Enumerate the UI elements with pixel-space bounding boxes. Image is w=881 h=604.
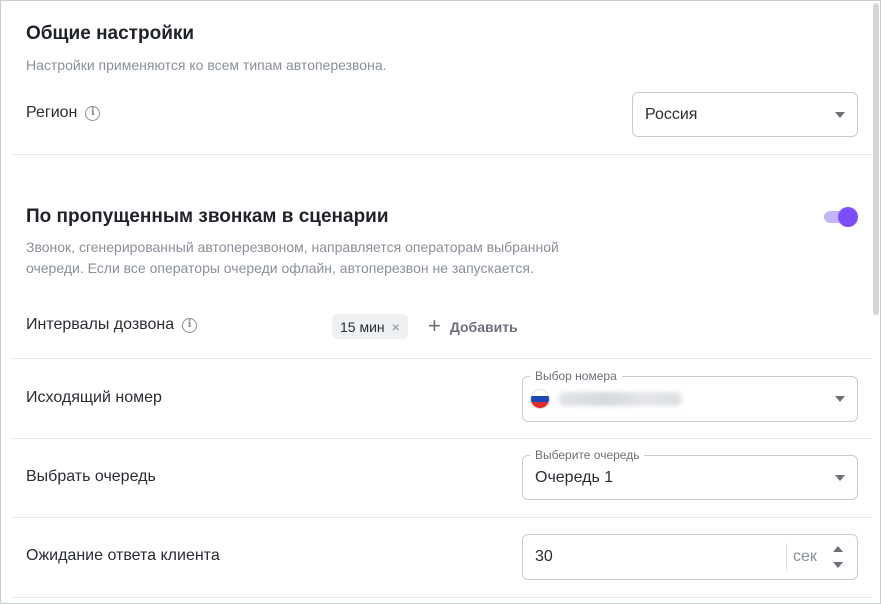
divider: [11, 358, 872, 359]
missed-calls-description: Звонок, сгенерированный автоперезвоном, …: [26, 237, 559, 279]
interval-chip: 15 мин ×: [332, 314, 408, 339]
stepper-up-icon[interactable]: [833, 546, 843, 552]
plus-icon: +: [428, 313, 441, 338]
queue-select[interactable]: Выберите очередь Очередь 1: [522, 448, 858, 500]
description-line-1: Звонок, сгенерированный автоперезвоном, …: [26, 239, 559, 255]
wait-answer-unit: сек: [793, 548, 817, 565]
wait-answer-stepper: сек: [522, 534, 858, 580]
queue-label: Выбрать очередь: [26, 468, 156, 485]
divider: [11, 438, 872, 439]
close-icon[interactable]: ×: [392, 319, 400, 335]
add-interval-button[interactable]: + Добавить: [428, 315, 518, 339]
toggle-knob: [838, 207, 858, 227]
add-interval-label: Добавить: [449, 319, 518, 335]
scrollbar[interactable]: [873, 3, 879, 315]
divider: [11, 154, 872, 155]
wait-answer-label: Ожидание ответа клиента: [26, 547, 220, 564]
outgoing-number-select[interactable]: Выбор номера: [522, 369, 858, 422]
stepper-down-icon[interactable]: [833, 562, 843, 568]
intervals-label: Интервалы дозвона: [26, 316, 175, 333]
chevron-down-icon: [835, 396, 845, 402]
outgoing-number-label: Исходящий номер: [26, 389, 162, 406]
field-separator: [786, 543, 787, 571]
settings-panel: Общие настройки Настройки применяются ко…: [0, 0, 881, 604]
intervals-label-row: Интервалы дозвона i: [26, 316, 198, 334]
description-line-2: очереди. Если все операторы очереди офла…: [26, 260, 534, 276]
divider: [11, 597, 872, 598]
general-settings-title: Общие настройки: [26, 23, 195, 44]
outgoing-number-float-label: Выбор номера: [530, 369, 622, 383]
wait-answer-input[interactable]: [535, 535, 775, 579]
divider: [11, 517, 872, 518]
missed-calls-toggle[interactable]: [824, 207, 858, 227]
missed-calls-title: По пропущенным звонкам в сценарии: [26, 206, 389, 227]
interval-chip-label: 15 мин: [340, 318, 385, 335]
info-icon[interactable]: i: [182, 317, 198, 333]
general-settings-description: Настройки применяются ко всем типам авто…: [26, 57, 387, 73]
region-label: Регион: [26, 104, 78, 121]
stepper-arrows: [833, 546, 843, 568]
queue-float-label: Выберите очередь: [530, 448, 645, 462]
chevron-down-icon: [835, 111, 845, 118]
region-label-row: Регион i: [26, 104, 101, 122]
info-icon[interactable]: i: [85, 105, 101, 121]
region-select[interactable]: Россия: [632, 92, 858, 137]
chevron-down-icon: [835, 474, 845, 481]
blurred-phone-number: [558, 392, 682, 406]
russia-flag-icon: [530, 389, 550, 409]
region-select-value: Россия: [645, 105, 698, 123]
queue-select-value: Очередь 1: [535, 468, 614, 486]
